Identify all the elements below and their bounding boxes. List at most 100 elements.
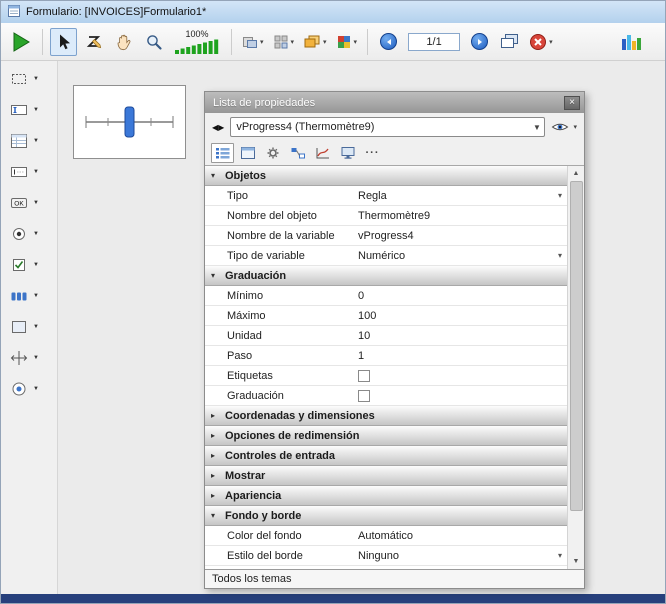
close-icon[interactable]: × [564, 96, 580, 110]
run-button[interactable] [7, 28, 35, 56]
next-page-button[interactable] [466, 28, 493, 56]
property-value[interactable]: 1 [358, 350, 562, 362]
pan-tool-button[interactable] [110, 28, 137, 56]
distribute-menu-button[interactable]: ▾ [270, 28, 298, 56]
zoom-level-control[interactable]: 100% [170, 26, 224, 58]
form-icon [240, 146, 256, 160]
property-row-etiquetas: Etiquetas [205, 366, 567, 386]
scroll-up-icon[interactable]: ▲ [568, 166, 585, 181]
dropdown-arrow-icon[interactable]: ▼ [33, 76, 39, 82]
dropdown-arrow-icon[interactable]: ▼ [33, 324, 39, 330]
select-tool-button[interactable] [50, 28, 77, 56]
tab-more[interactable]: ··· [361, 143, 384, 163]
section-header-opciones-de-redimensio-n[interactable]: ▸Opciones de redimensión [205, 426, 567, 446]
palette-item-listbox[interactable]: ▼ [1, 131, 57, 151]
tab-settings[interactable] [261, 143, 284, 163]
palette-item-tab-control[interactable]: ▼ [1, 286, 57, 306]
color-menu-button[interactable]: ▾ [333, 28, 361, 56]
chevron-down-icon[interactable]: ▾ [558, 251, 562, 260]
section-header-objetos[interactable]: ▾Objetos [205, 166, 567, 186]
scroll-down-icon[interactable]: ▼ [568, 554, 585, 569]
chevron-down-icon[interactable]: ▼ [529, 118, 544, 136]
property-value[interactable]: 100 [358, 310, 562, 322]
window-titlebar[interactable]: Formulario: [INVOICES]Formulario1* [1, 1, 665, 23]
property-label: Tipo de variable [205, 250, 358, 262]
thermometer-slider-widget[interactable] [73, 85, 186, 159]
chart-style-button[interactable] [618, 28, 645, 56]
dropdown-arrow-icon[interactable]: ▼ [33, 138, 39, 144]
tab-form[interactable] [236, 143, 259, 163]
section-header-fondo-y-borde[interactable]: ▾Fondo y borde [205, 506, 567, 526]
page-indicator[interactable]: 1/1 [408, 33, 460, 51]
palette-item-marquee[interactable]: ▼ [1, 69, 57, 89]
properties-panel-title: Lista de propiedades [213, 97, 315, 109]
dropdown-arrow-icon[interactable]: ▼ [33, 355, 39, 361]
section-header-mostrar[interactable]: ▸Mostrar [205, 466, 567, 486]
palette-item-field[interactable]: ▼ [1, 162, 57, 182]
align-menu-button[interactable]: ▾ [239, 28, 267, 56]
scrollbar-thumb[interactable] [570, 181, 583, 511]
property-value[interactable]: Thermomètre9 [358, 210, 562, 222]
property-value[interactable]: Ninguno [358, 550, 558, 562]
palette-item-text-input[interactable]: ▼ [1, 100, 57, 120]
themes-footer[interactable]: Todos los temas [205, 569, 584, 588]
visibility-menu-button[interactable]: ▾ [551, 121, 577, 133]
dropdown-arrow-icon[interactable]: ▼ [33, 107, 39, 113]
segmented-control-icon [10, 287, 28, 305]
prev-page-button[interactable] [375, 28, 402, 56]
property-label: Mínimo [205, 290, 358, 302]
right-arrow-icon[interactable]: ▶ [218, 123, 224, 132]
palette-item-button[interactable]: OK ▼ [1, 193, 57, 213]
checkbox-icon [10, 256, 28, 274]
dropdown-arrow-icon[interactable]: ▼ [33, 231, 39, 237]
property-value[interactable]: 10 [358, 330, 562, 342]
form-canvas[interactable]: Lista de propiedades × ◀▶ vProgress4 (Th… [58, 61, 665, 594]
object-selector-combobox[interactable]: vProgress4 (Thermomètre9) ▼ [230, 117, 545, 137]
section-header-coordenadas-y-dimensiones[interactable]: ▸Coordenadas y dimensiones [205, 406, 567, 426]
property-value-cell: 0 [358, 286, 567, 305]
palette-item-indicator[interactable]: ▼ [1, 379, 57, 399]
property-value[interactable]: 0 [358, 290, 562, 302]
tab-display[interactable] [336, 143, 359, 163]
order-tool-button[interactable] [80, 28, 107, 56]
dropdown-arrow-icon[interactable]: ▼ [33, 386, 39, 392]
windows-button[interactable] [496, 28, 523, 56]
section-label: Controles de entrada [225, 450, 335, 462]
section-header-graduacio-n[interactable]: ▾Graduación [205, 266, 567, 286]
checkbox[interactable] [358, 390, 370, 402]
property-value[interactable]: Automático [358, 530, 562, 542]
section-header-controles-de-entrada[interactable]: ▸Controles de entrada [205, 446, 567, 466]
property-value[interactable]: Numérico [358, 250, 558, 262]
listbox-icon [10, 132, 28, 150]
checkbox[interactable] [358, 370, 370, 382]
palette-item-splitter[interactable]: ▼ [1, 348, 57, 368]
property-row-nombre-de-la-variable: Nombre de la variablevProgress4 [205, 226, 567, 246]
properties-scrollbar[interactable]: ▲ ▼ [567, 166, 584, 569]
property-value[interactable]: vProgress4 [358, 230, 562, 242]
section-label: Fondo y borde [225, 510, 301, 522]
dropdown-arrow-icon: ▾ [354, 38, 358, 46]
stop-button[interactable]: ▾ [526, 28, 556, 56]
palette-item-rectangle[interactable]: ▼ [1, 317, 57, 337]
dropdown-arrow-icon[interactable]: ▼ [33, 293, 39, 299]
section-header-apariencia[interactable]: ▸Apariencia [205, 486, 567, 506]
tab-chart[interactable] [311, 143, 334, 163]
dropdown-arrow-icon[interactable]: ▼ [33, 200, 39, 206]
tab-action[interactable] [286, 143, 309, 163]
zoom-tool-button[interactable] [140, 28, 167, 56]
dropdown-arrow-icon: ▾ [549, 38, 553, 46]
chevron-down-icon[interactable]: ▾ [558, 191, 562, 200]
properties-panel-titlebar[interactable]: Lista de propiedades × [205, 92, 584, 113]
duplicate-menu-button[interactable]: ▾ [300, 28, 330, 56]
palette-item-radio[interactable]: ▼ [1, 224, 57, 244]
dropdown-arrow-icon[interactable]: ▼ [33, 169, 39, 175]
property-value[interactable]: Regla [358, 190, 558, 202]
object-prev-next-buttons[interactable]: ◀▶ [212, 123, 224, 132]
palette-item-checkbox[interactable]: ▼ [1, 255, 57, 275]
chevron-down-icon[interactable]: ▾ [558, 551, 562, 560]
dropdown-arrow-icon[interactable]: ▼ [33, 262, 39, 268]
property-value-cell: Numérico▾ [358, 246, 567, 265]
splitter-icon [10, 349, 28, 367]
monitor-icon [340, 146, 356, 160]
tab-properties-list[interactable] [211, 143, 234, 163]
